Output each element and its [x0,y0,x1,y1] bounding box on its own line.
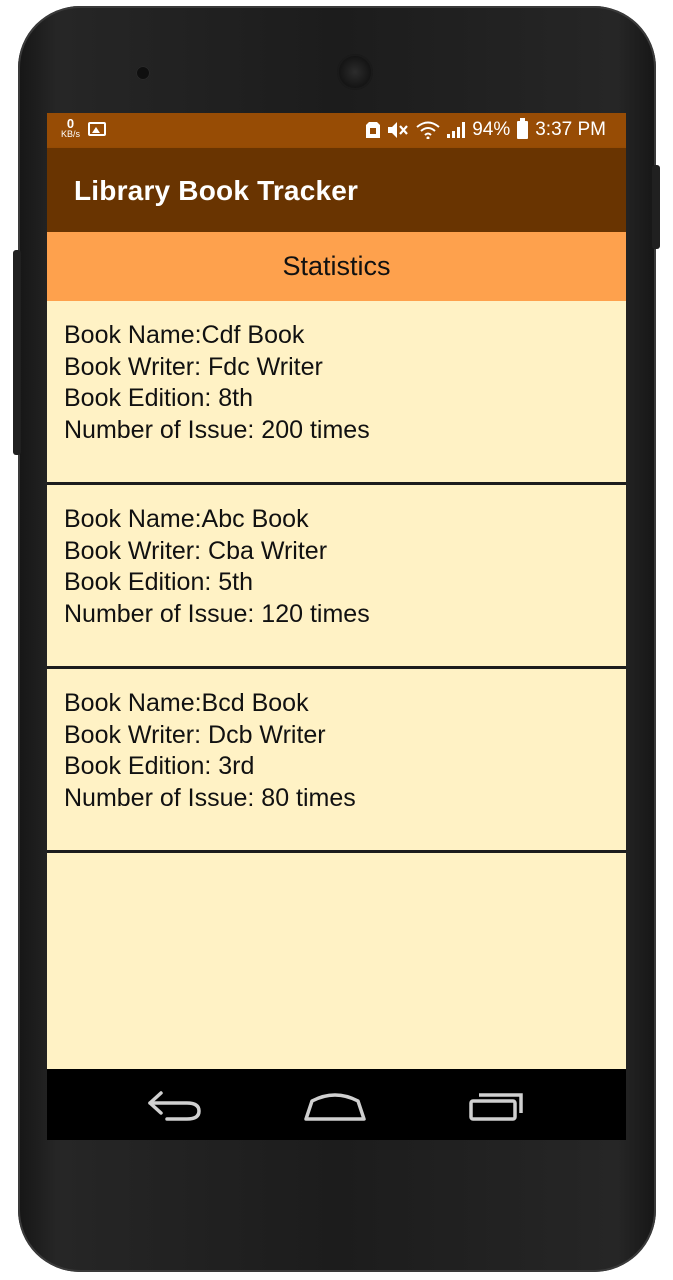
book-edition: Book Edition: 5th [64,568,254,596]
battery-percent: 94% [472,119,511,140]
battery-icon [517,118,529,139]
sim-icon [366,122,381,138]
book-list[interactable]: Book Name:Cdf Book Book Writer: Fdc Writ… [47,301,626,1069]
mute-icon [388,122,409,138]
image-notification-icon [88,122,107,136]
app-title: Library Book Tracker [74,175,359,206]
book-name: Book Name:Bcd Book [64,689,309,717]
book-writer: Book Writer: Cba Writer [64,536,328,565]
proximity-sensor [136,66,150,80]
recent-apps-icon[interactable] [467,1085,529,1125]
signal-icon [447,122,466,138]
back-icon[interactable] [145,1085,205,1125]
status-bar: 0 KB/s 94% 3:37 PM [47,113,626,148]
front-camera [337,54,373,90]
power-button [652,165,660,249]
status-bar-left: 0 KB/s [61,117,107,139]
data-speed-unit: KB/s [61,129,81,139]
app-bar: Library Book Tracker [47,148,626,232]
status-time: 3:37 PM [535,119,606,140]
book-list-item[interactable]: Book Name:Bcd Book Book Writer: Dcb Writ… [47,669,626,853]
volume-button [13,250,21,455]
book-writer: Book Writer: Fdc Writer [64,352,323,381]
book-list-item[interactable]: Book Name:Cdf Book Book Writer: Fdc Writ… [47,301,626,485]
statistics-header[interactable]: Statistics [47,232,626,301]
home-icon[interactable] [302,1085,368,1125]
screen: 0 KB/s 94% 3:37 PM Library Book Tracker … [47,113,626,1140]
status-bar-right: 94% 3:37 PM [366,118,606,141]
book-name: Book Name:Abc Book [64,505,309,533]
book-issue-count: Number of Issue: 120 times [64,599,370,628]
book-issue-count: Number of Issue: 200 times [64,415,370,444]
wifi-icon [416,121,440,139]
book-edition: Book Edition: 3rd [64,752,255,780]
data-speed-icon: 0 KB/s [61,117,81,139]
book-list-item[interactable]: Book Name:Abc Book Book Writer: Cba Writ… [47,485,626,669]
book-writer: Book Writer: Dcb Writer [64,720,326,749]
book-issue-count: Number of Issue: 80 times [64,783,356,812]
book-edition: Book Edition: 8th [64,384,254,412]
navigation-bar [47,1069,626,1140]
book-name: Book Name:Cdf Book [64,321,305,349]
